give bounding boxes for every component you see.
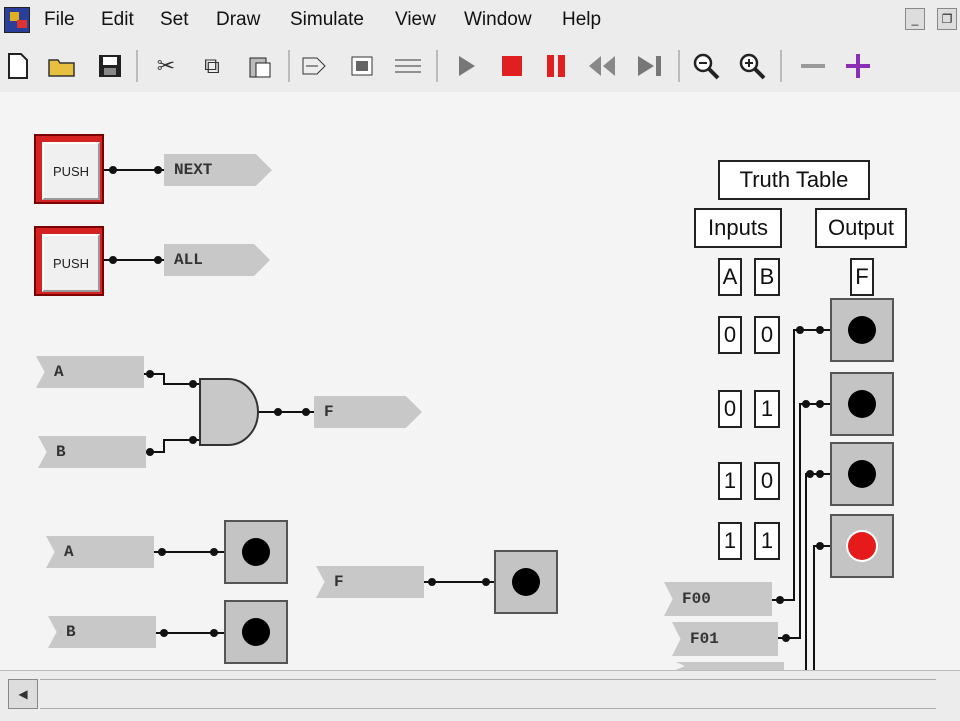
led-indicator: [848, 532, 876, 560]
and-gate: [199, 378, 259, 446]
truth-table-cell-a: 0: [718, 316, 742, 354]
bus-tag-f01[interactable]: F01: [672, 622, 778, 656]
bus-tag-f00[interactable]: F00: [664, 582, 772, 616]
output-tag-next[interactable]: NEXT: [164, 154, 272, 186]
step-back-icon[interactable]: [586, 50, 618, 82]
step-forward-icon[interactable]: [634, 50, 666, 82]
plus-icon[interactable]: [842, 50, 874, 82]
menu-help[interactable]: Help: [562, 9, 601, 31]
status-area: ◀: [0, 670, 960, 721]
led-indicator: [242, 538, 270, 566]
input-tag-a[interactable]: A: [36, 356, 144, 388]
push-button-next[interactable]: PUSH: [34, 134, 104, 204]
menu-draw[interactable]: Draw: [216, 9, 260, 31]
led-f: [494, 550, 558, 614]
led-b: [224, 600, 288, 664]
input-tag-b[interactable]: B: [38, 436, 146, 468]
truth-table-cell-a: 1: [718, 462, 742, 500]
minus-icon[interactable]: [797, 50, 829, 82]
truth-table-title: Truth Table: [718, 160, 870, 200]
truth-table-cell-a: 0: [718, 390, 742, 428]
led-indicator: [848, 316, 876, 344]
toolbar-separator: [780, 50, 782, 82]
paste-icon[interactable]: [244, 50, 276, 82]
push-button-all[interactable]: PUSH: [34, 226, 104, 296]
open-folder-icon[interactable]: [46, 50, 78, 82]
led-indicator: [512, 568, 540, 596]
save-icon[interactable]: [94, 50, 126, 82]
cut-icon[interactable]: ✂: [150, 50, 182, 82]
menu-simulate[interactable]: Simulate: [290, 9, 364, 31]
input-tag-a[interactable]: A: [46, 536, 154, 568]
toolbar-separator: [136, 50, 138, 82]
menu-set[interactable]: Set: [160, 9, 189, 31]
led-output-row-4: [830, 514, 894, 578]
toolbar-separator: [436, 50, 438, 82]
gate-tool-icon[interactable]: [392, 50, 424, 82]
truth-table-output-header: Output: [815, 208, 907, 248]
truth-table-cell-b: 1: [754, 390, 780, 428]
app-icon[interactable]: [4, 7, 30, 33]
toolbar-separator: [678, 50, 680, 82]
zoom-in-icon[interactable]: [736, 50, 768, 82]
component-icon[interactable]: [346, 50, 378, 82]
input-tag-b[interactable]: B: [48, 616, 156, 648]
input-tag-f[interactable]: F: [316, 566, 424, 598]
minimize-icon[interactable]: _: [905, 8, 925, 30]
bus-tag-partial[interactable]: [676, 662, 784, 670]
truth-table-cell-a: 1: [718, 522, 742, 560]
stop-icon[interactable]: [496, 50, 528, 82]
new-file-icon[interactable]: [2, 50, 34, 82]
push-button-label: PUSH: [42, 142, 100, 200]
scroll-left-arrow-icon[interactable]: ◀: [8, 679, 38, 709]
menu-bar: File Edit Set Draw Simulate View Window …: [0, 0, 960, 40]
led-indicator: [242, 618, 270, 646]
led-indicator: [848, 390, 876, 418]
menu-window[interactable]: Window: [464, 9, 532, 31]
truth-table-cell-b: 1: [754, 522, 780, 560]
horizontal-scrollbar[interactable]: [40, 679, 936, 709]
truth-table-inputs-header: Inputs: [694, 208, 782, 248]
menu-file[interactable]: File: [44, 9, 75, 31]
zoom-out-icon[interactable]: [690, 50, 722, 82]
toolbar: ✂ ⧉: [0, 40, 960, 94]
pause-icon[interactable]: [540, 50, 572, 82]
wire-tool-icon[interactable]: [298, 50, 330, 82]
truth-table-cell-b: 0: [754, 316, 780, 354]
output-tag-all[interactable]: ALL: [164, 244, 270, 276]
led-output-row-2: [830, 372, 894, 436]
truth-table-col-b: B: [754, 258, 780, 296]
truth-table-col-a: A: [718, 258, 742, 296]
restore-icon[interactable]: ❐: [937, 8, 957, 30]
menu-view[interactable]: View: [395, 9, 436, 31]
led-indicator: [848, 460, 876, 488]
output-tag-f[interactable]: F: [314, 396, 422, 428]
truth-table-col-f: F: [850, 258, 874, 296]
copy-icon[interactable]: ⧉: [196, 50, 228, 82]
led-output-row-1: [830, 298, 894, 362]
push-button-label: PUSH: [42, 234, 100, 292]
toolbar-separator: [288, 50, 290, 82]
led-a: [224, 520, 288, 584]
circuit-canvas[interactable]: PUSH PUSH NEXT ALL F A B A B F Truth Tab…: [0, 92, 960, 670]
menu-edit[interactable]: Edit: [101, 9, 134, 31]
truth-table-cell-b: 0: [754, 462, 780, 500]
run-icon[interactable]: [450, 50, 482, 82]
led-output-row-3: [830, 442, 894, 506]
